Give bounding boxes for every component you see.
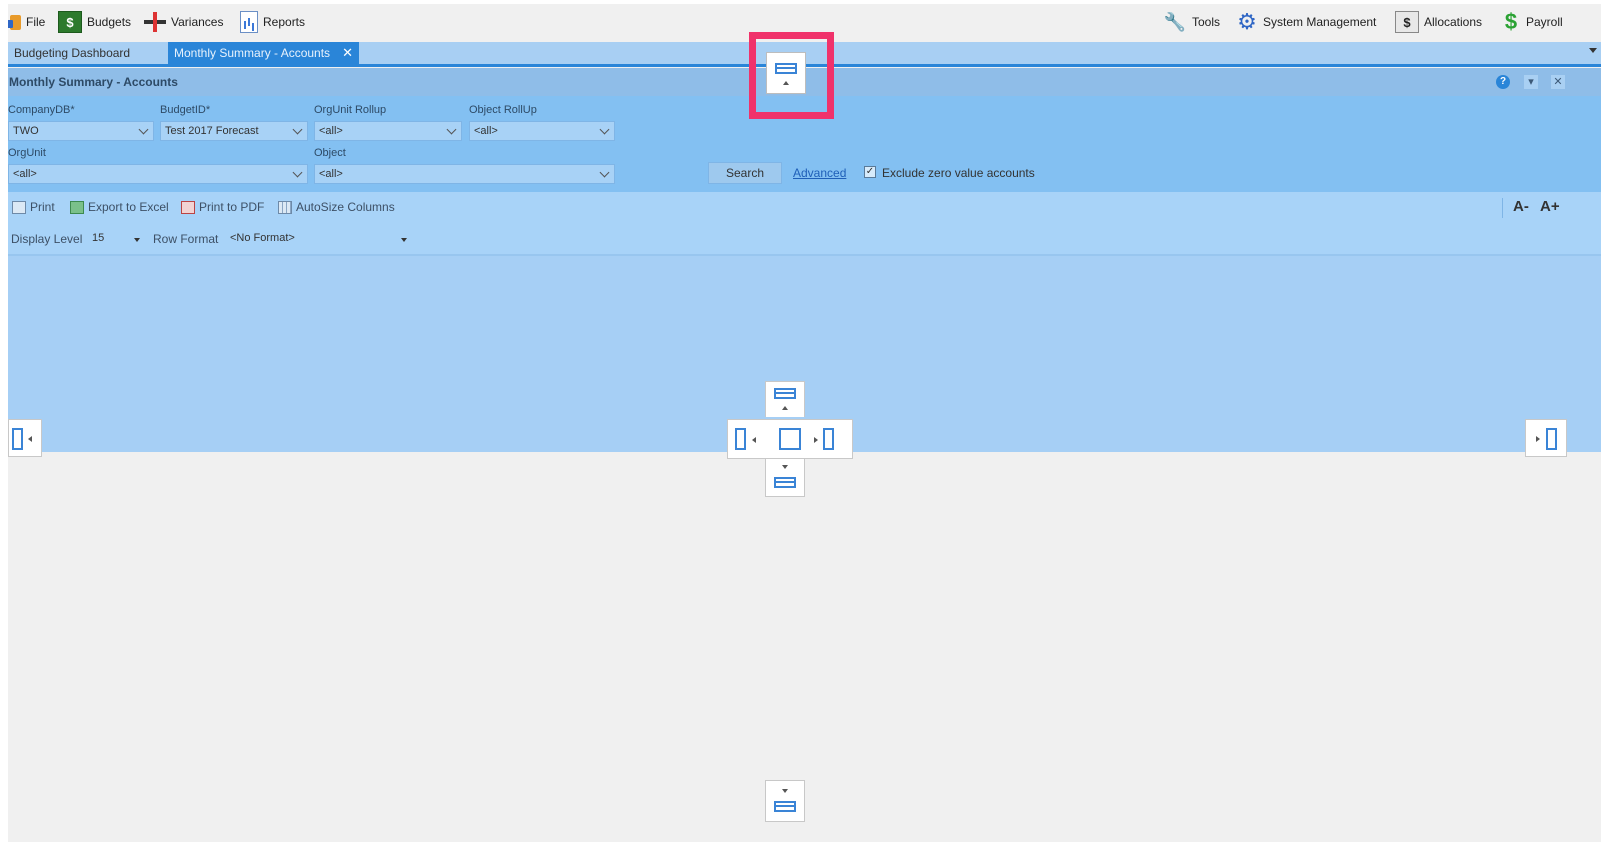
print-pdf-button[interactable]: Print to PDF	[181, 200, 264, 214]
chevron-down-icon	[599, 167, 610, 178]
dropdown-icon[interactable]: ▾	[1524, 75, 1538, 89]
close-panel-icon[interactable]: ✕	[1551, 75, 1565, 89]
dock-top-icon	[775, 63, 797, 74]
menu-reports[interactable]: Reports	[240, 10, 305, 34]
dock-inner-left-icon[interactable]	[735, 428, 746, 450]
tab-monthly-summary-accounts[interactable]: Monthly Summary - Accounts ✕	[168, 42, 359, 64]
dollar-icon: $	[1504, 9, 1518, 34]
dock-bottom-guide[interactable]	[765, 780, 805, 822]
arrow-down-icon	[782, 789, 788, 793]
arrow-left-icon	[752, 437, 756, 443]
report-content-area	[8, 256, 1601, 842]
dock-left-icon	[12, 428, 23, 450]
arrow-left-icon	[28, 436, 32, 442]
dropdown-arrow-icon[interactable]	[401, 238, 407, 242]
variance-icon	[144, 12, 166, 32]
object-rollup-select[interactable]: <all>	[469, 121, 615, 141]
tab-budgeting-dashboard[interactable]: Budgeting Dashboard	[8, 42, 136, 64]
row-format-label: Row Format	[153, 232, 219, 246]
wrench-icon: 🔧	[1163, 12, 1187, 32]
dock-top-guide[interactable]	[766, 52, 806, 94]
orgunit-select[interactable]: <all>	[8, 164, 308, 184]
panel-title: Monthly Summary - Accounts	[9, 75, 178, 89]
dock-tabbed-icon[interactable]	[779, 428, 801, 450]
print-button[interactable]: Print	[12, 200, 55, 214]
dock-top-icon	[774, 388, 796, 399]
chevron-down-icon	[292, 124, 303, 135]
chevron-down-icon	[446, 124, 457, 135]
report-toolbar: Print Export to Excel Print to PDF AutoS…	[8, 192, 1601, 224]
pdf-icon	[181, 200, 195, 214]
company-select[interactable]: TWO	[8, 121, 154, 141]
excel-icon	[70, 200, 84, 214]
dock-center-bottom[interactable]	[765, 459, 805, 497]
menu-payroll[interactable]: $ Payroll	[1501, 10, 1563, 34]
columns-icon	[278, 200, 292, 214]
row-format-select[interactable]: <No Format>	[230, 232, 295, 244]
app-window: File $ Budgets Variances Reports 🔧 Tools…	[8, 4, 1601, 842]
arrow-up-icon	[783, 81, 789, 85]
menu-system-management[interactable]: ⚙ System Management	[1236, 10, 1376, 34]
arrow-down-icon	[782, 465, 788, 469]
orgunit-rollup-label: OrgUnit Rollup	[314, 104, 387, 116]
autosize-columns-button[interactable]: AutoSize Columns	[278, 200, 395, 214]
search-button[interactable]: Search	[708, 162, 782, 184]
dock-bottom-icon	[774, 801, 796, 812]
filter-panel: CompanyDB* TWO BudgetID* Test 2017 Forec…	[8, 96, 1601, 192]
chevron-down-icon	[138, 124, 149, 135]
report-icon	[240, 11, 258, 33]
dock-center-top[interactable]	[765, 381, 805, 417]
menu-allocations[interactable]: $ Allocations	[1395, 10, 1482, 34]
dock-right-icon	[1546, 428, 1557, 450]
dock-left-guide[interactable]	[8, 419, 42, 457]
menu-file[interactable]: File	[8, 10, 45, 34]
dropdown-arrow-icon[interactable]	[134, 238, 140, 242]
export-excel-button[interactable]: Export to Excel	[70, 200, 169, 214]
chevron-down-icon	[599, 124, 610, 135]
dock-right-guide[interactable]	[1525, 419, 1567, 457]
font-decrease-button[interactable]: A-	[1513, 198, 1529, 215]
advanced-link[interactable]: Advanced	[793, 166, 846, 180]
close-tab-icon[interactable]: ✕	[342, 45, 353, 61]
object-label: Object	[314, 147, 346, 159]
exclude-zero-checkbox[interactable]: ✓	[864, 166, 876, 178]
object-rollup-label: Object RollUp	[469, 104, 537, 116]
file-icon	[8, 14, 21, 30]
chevron-down-icon	[292, 167, 303, 178]
display-level-select[interactable]: 15	[92, 232, 104, 244]
display-options-bar: Display Level 15 Row Format <No Format>	[8, 224, 1601, 256]
dock-inner-right-icon[interactable]	[823, 428, 834, 450]
tab-overflow-icon[interactable]	[1589, 48, 1597, 53]
company-label: CompanyDB*	[8, 104, 75, 116]
gear-icon: ⚙	[1237, 9, 1257, 34]
dock-bottom-inner-icon	[774, 477, 796, 488]
menu-variances[interactable]: Variances	[144, 10, 223, 34]
object-select[interactable]: <all>	[314, 164, 615, 184]
orgunit-rollup-select[interactable]: <all>	[314, 121, 462, 141]
arrow-up-icon	[782, 406, 788, 410]
display-level-label: Display Level	[11, 232, 83, 246]
main-menu-bar: File $ Budgets Variances Reports 🔧 Tools…	[8, 4, 1601, 40]
orgunit-label: OrgUnit	[8, 147, 46, 159]
font-increase-button[interactable]: A+	[1540, 198, 1560, 215]
toolbar-separator	[1502, 198, 1503, 218]
dollar-icon: $	[1395, 11, 1419, 33]
help-icon[interactable]: ?	[1496, 75, 1510, 89]
dock-center-middle	[727, 419, 853, 459]
dollar-icon: $	[58, 11, 82, 33]
menu-tools[interactable]: 🔧 Tools	[1163, 10, 1220, 34]
arrow-right-icon	[1536, 436, 1540, 442]
exclude-zero-label: Exclude zero value accounts	[882, 166, 1035, 180]
arrow-right-icon	[814, 437, 818, 443]
budget-label: BudgetID*	[160, 104, 211, 116]
printer-icon	[12, 200, 26, 214]
budget-select[interactable]: Test 2017 Forecast	[160, 121, 308, 141]
menu-budgets[interactable]: $ Budgets	[58, 10, 131, 34]
